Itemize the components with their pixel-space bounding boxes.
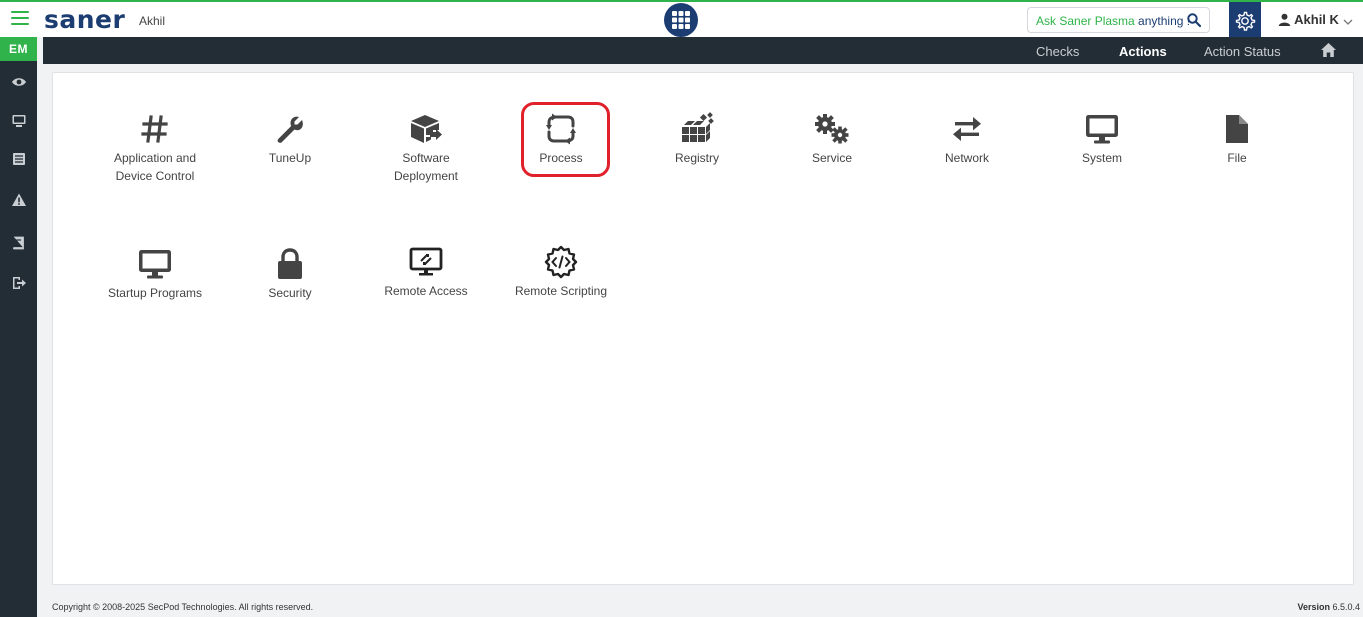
tile-tuneup[interactable]: TuneUp [230,111,350,167]
copyright-text: Copyright © 2008-2025 SecPod Technologie… [52,602,314,612]
tile-label: System [1081,151,1122,165]
sync-arrows-icon [546,113,576,145]
monitor-icon[interactable] [11,113,27,129]
wrench-icon [277,116,303,143]
tile-remote-access[interactable]: Remote Access [366,244,486,300]
home-icon[interactable] [1320,42,1337,58]
version-label: Version [1297,602,1330,612]
tile-label: File [1227,151,1247,165]
tab-checks[interactable]: Checks [1036,44,1079,59]
chevron-down-icon [1343,19,1353,25]
gears-icon [815,114,849,144]
tile-label: Remote Access [384,284,468,298]
tile-label: Security [268,286,312,300]
tile-label: Startup Programs [107,286,203,300]
list-icon[interactable] [11,151,27,167]
exchange-arrows-icon [953,117,981,141]
tile-label: Network [944,151,989,165]
logout-icon[interactable] [11,275,27,291]
hamburger-menu-icon[interactable] [11,11,29,27]
tile-label: Registry [674,151,719,165]
warning-icon[interactable] [11,192,27,208]
file-icon [1226,115,1248,143]
left-sidebar: EM [0,37,37,617]
tile-application-device-control[interactable]: Application and Device Control [95,111,215,185]
user-name: Akhil K [1294,12,1339,27]
saner-logo[interactable]: saner [44,5,125,34]
tile-startup-programs[interactable]: Startup Programs [95,246,215,302]
grid-icon [672,11,690,29]
tile-label: TuneUp [268,151,312,165]
software-box-icon [411,115,442,143]
registry-cubes-icon [682,112,714,142]
tile-remote-scripting[interactable]: Remote Scripting [501,244,621,300]
tile-label: Application and [113,151,197,165]
tenant-name: Akhil [139,14,166,28]
gear-icon [1235,11,1256,31]
tile-file[interactable]: File [1177,111,1297,167]
hash-icon [141,115,168,143]
remote-screen-icon [409,247,443,276]
tile-process[interactable]: Process [501,111,621,167]
ask-suffix: anything ! [1138,14,1191,28]
app-launcher-button[interactable] [664,3,698,37]
tile-label: Process [539,151,583,165]
ask-prefix: Ask Saner Plasma [1036,14,1139,28]
tile-system[interactable]: System [1042,111,1162,167]
tab-action-status[interactable]: Action Status [1204,44,1281,59]
eye-icon[interactable] [11,74,27,90]
user-menu[interactable]: Akhil K [1278,12,1353,27]
desktop-icon [139,250,171,279]
tile-network[interactable]: Network [907,111,1027,167]
version-number: 6.5.0.4 [1332,602,1360,612]
version-text: Version 6.5.0.4 [1297,602,1360,612]
top-bar: saner Akhil Ask Saner Plasma anything ! … [0,0,1363,39]
tile-label-2: Device Control [115,169,195,183]
search-icon[interactable] [1187,13,1201,27]
tile-service[interactable]: Service [772,111,892,167]
settings-button[interactable] [1229,2,1261,39]
tile-label-2: Deployment [393,169,459,183]
lock-icon [278,248,302,279]
ask-saner-search[interactable]: Ask Saner Plasma anything ! [1027,7,1210,33]
tile-software-deployment[interactable]: Software Deployment [366,111,486,185]
desktop-icon [1086,115,1118,144]
tile-label: Software [402,151,450,165]
tile-label: Service [811,151,852,165]
book-icon[interactable] [11,235,27,251]
tile-security[interactable]: Security [230,246,350,302]
user-icon [1278,13,1291,26]
tile-registry[interactable]: Registry [637,111,757,167]
actions-subnav: Checks Actions Action Status [43,37,1363,64]
module-badge[interactable]: EM [0,37,37,61]
actions-panel: Application and Device Control TuneUp Sof… [52,72,1354,585]
code-gear-icon [544,245,578,279]
tab-actions[interactable]: Actions [1119,44,1167,59]
tile-label: Remote Scripting [514,284,608,298]
